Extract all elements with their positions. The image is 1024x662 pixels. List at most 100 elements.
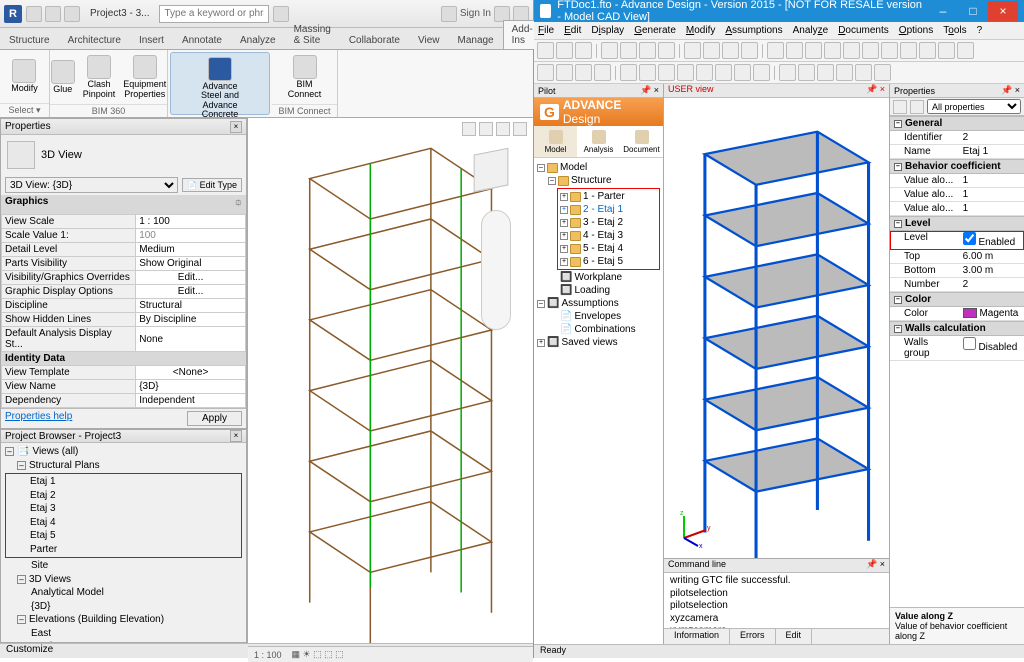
- tb-icon[interactable]: [537, 42, 554, 59]
- tab-massing[interactable]: Massing & Site: [285, 20, 340, 49]
- cmd-output[interactable]: writing GTC file successful. pilotselect…: [664, 573, 889, 628]
- vg-overrides-cell[interactable]: Edit...: [136, 271, 246, 285]
- expand-icon[interactable]: +: [560, 258, 568, 266]
- tb-icon[interactable]: [620, 42, 637, 59]
- tb-icon[interactable]: [601, 42, 618, 59]
- analysis-display-cell[interactable]: None: [136, 327, 246, 352]
- tb-icon[interactable]: [881, 42, 898, 59]
- view-ctrl-icon[interactable]: [462, 122, 476, 136]
- menu-file[interactable]: File: [538, 25, 554, 36]
- qat-undo-icon[interactable]: [64, 6, 80, 22]
- collapse-icon[interactable]: –: [17, 615, 26, 624]
- parts-visibility-cell[interactable]: Show Original: [136, 257, 246, 271]
- pilot-tab-document[interactable]: Document: [620, 126, 663, 157]
- tb-icon[interactable]: [874, 64, 891, 81]
- signin-link[interactable]: Sign In: [460, 8, 491, 19]
- plan-etaj5[interactable]: Etaj 5: [18, 529, 239, 543]
- group-walls[interactable]: –Walls calculation: [890, 321, 1024, 336]
- envelopes-node[interactable]: Envelopes: [574, 310, 621, 323]
- pilot-tab-model[interactable]: Model: [534, 126, 577, 157]
- views-node[interactable]: Views (all): [32, 445, 78, 459]
- combinations-node[interactable]: Combinations: [574, 323, 635, 336]
- expand-icon[interactable]: +: [560, 219, 568, 227]
- menu-help[interactable]: ?: [977, 25, 983, 36]
- value-along-2[interactable]: 1: [960, 188, 1024, 201]
- assumptions-node[interactable]: Assumptions: [561, 297, 618, 310]
- menu-tools[interactable]: Tools: [943, 25, 966, 36]
- tb-icon[interactable]: [696, 64, 713, 81]
- analytical-model-node[interactable]: Analytical Model: [5, 586, 242, 600]
- plan-parter[interactable]: Parter: [18, 543, 239, 557]
- status-icons[interactable]: ▦ ☀ ⬚ ⬚ ⬚: [292, 649, 344, 660]
- level-etaj1[interactable]: 2 - Etaj 1: [583, 203, 623, 216]
- tab-manage[interactable]: Manage: [448, 31, 502, 49]
- discipline-cell[interactable]: Structural: [136, 299, 246, 313]
- group-expand-icon[interactable]: ⯐: [235, 196, 243, 213]
- minimize-button[interactable]: –: [928, 1, 958, 21]
- view-ctrl-icon[interactable]: [479, 122, 493, 136]
- cmd-tab-edit[interactable]: Edit: [776, 629, 813, 644]
- search-input[interactable]: [159, 5, 269, 23]
- tab-analyze[interactable]: Analyze: [231, 31, 285, 49]
- expand-icon[interactable]: +: [560, 232, 568, 240]
- value-along-1[interactable]: 1: [960, 174, 1024, 187]
- scale-value-cell[interactable]: 100: [136, 229, 246, 243]
- saved-views-node[interactable]: Saved views: [561, 336, 617, 349]
- tb-icon[interactable]: [798, 64, 815, 81]
- tb-icon[interactable]: [677, 64, 694, 81]
- menu-assumptions[interactable]: Assumptions: [725, 25, 782, 36]
- close-icon[interactable]: ×: [230, 430, 242, 442]
- tb-icon[interactable]: [900, 42, 917, 59]
- tb-icon[interactable]: [556, 64, 573, 81]
- axis-gizmo[interactable]: zyx: [674, 508, 714, 548]
- tb-icon[interactable]: [786, 42, 803, 59]
- tb-icon[interactable]: [741, 42, 758, 59]
- walls-group-checkbox[interactable]: [963, 337, 976, 350]
- status-scale[interactable]: 1 : 100: [254, 650, 282, 660]
- view-template-cell[interactable]: <None>: [136, 366, 246, 380]
- tb-icon[interactable]: [658, 42, 675, 59]
- walls-group-value[interactable]: Disabled: [960, 336, 1024, 360]
- tab-insert[interactable]: Insert: [130, 31, 173, 49]
- props-tb-icon[interactable]: [893, 100, 907, 114]
- close-button[interactable]: ×: [988, 1, 1018, 21]
- qat-open-icon[interactable]: [26, 6, 42, 22]
- tb-icon[interactable]: [855, 64, 872, 81]
- menu-options[interactable]: Options: [899, 25, 933, 36]
- workplane-node[interactable]: Workplane: [574, 271, 622, 284]
- tb-icon[interactable]: [862, 42, 879, 59]
- tb-icon[interactable]: [715, 64, 732, 81]
- tb-icon[interactable]: [703, 42, 720, 59]
- model-node[interactable]: Model: [560, 161, 587, 174]
- view-scale-cell[interactable]: 1 : 100: [136, 215, 246, 229]
- bottom-value[interactable]: 3.00 m: [960, 264, 1024, 277]
- plan-etaj3[interactable]: Etaj 3: [18, 502, 239, 516]
- plan-etaj2[interactable]: Etaj 2: [18, 489, 239, 503]
- group-color[interactable]: –Color: [890, 292, 1024, 307]
- tb-icon[interactable]: [938, 42, 955, 59]
- tb-icon[interactable]: [824, 42, 841, 59]
- value-along-3[interactable]: 1: [960, 202, 1024, 215]
- props-filter-select[interactable]: All properties: [927, 99, 1021, 114]
- modify-button[interactable]: Modify: [8, 57, 41, 95]
- expand-icon[interactable]: +: [560, 193, 568, 201]
- tb-icon[interactable]: [919, 42, 936, 59]
- pilot-pin-icon[interactable]: 📌 ×: [640, 85, 659, 96]
- properties-help-link[interactable]: Properties help: [5, 411, 72, 426]
- expand-icon[interactable]: +: [537, 339, 545, 347]
- tb-icon[interactable]: [575, 64, 592, 81]
- tb-icon[interactable]: [805, 42, 822, 59]
- plan-etaj4[interactable]: Etaj 4: [18, 516, 239, 530]
- cmd-tab-info[interactable]: Information: [664, 629, 730, 644]
- tab-annotate[interactable]: Annotate: [173, 31, 231, 49]
- menu-analyze[interactable]: Analyze: [793, 25, 829, 36]
- expand-icon[interactable]: +: [560, 245, 568, 253]
- loading-node[interactable]: Loading: [574, 284, 610, 297]
- clash-button[interactable]: Clash Pinpoint: [80, 53, 119, 101]
- plan-site[interactable]: Site: [5, 559, 242, 573]
- level-etaj2[interactable]: 3 - Etaj 2: [583, 216, 623, 229]
- level-enabled-value[interactable]: Enabled: [960, 231, 1024, 249]
- structural-plans-node[interactable]: Structural Plans: [29, 459, 100, 473]
- menu-documents[interactable]: Documents: [838, 25, 889, 36]
- collapse-icon[interactable]: –: [537, 164, 545, 172]
